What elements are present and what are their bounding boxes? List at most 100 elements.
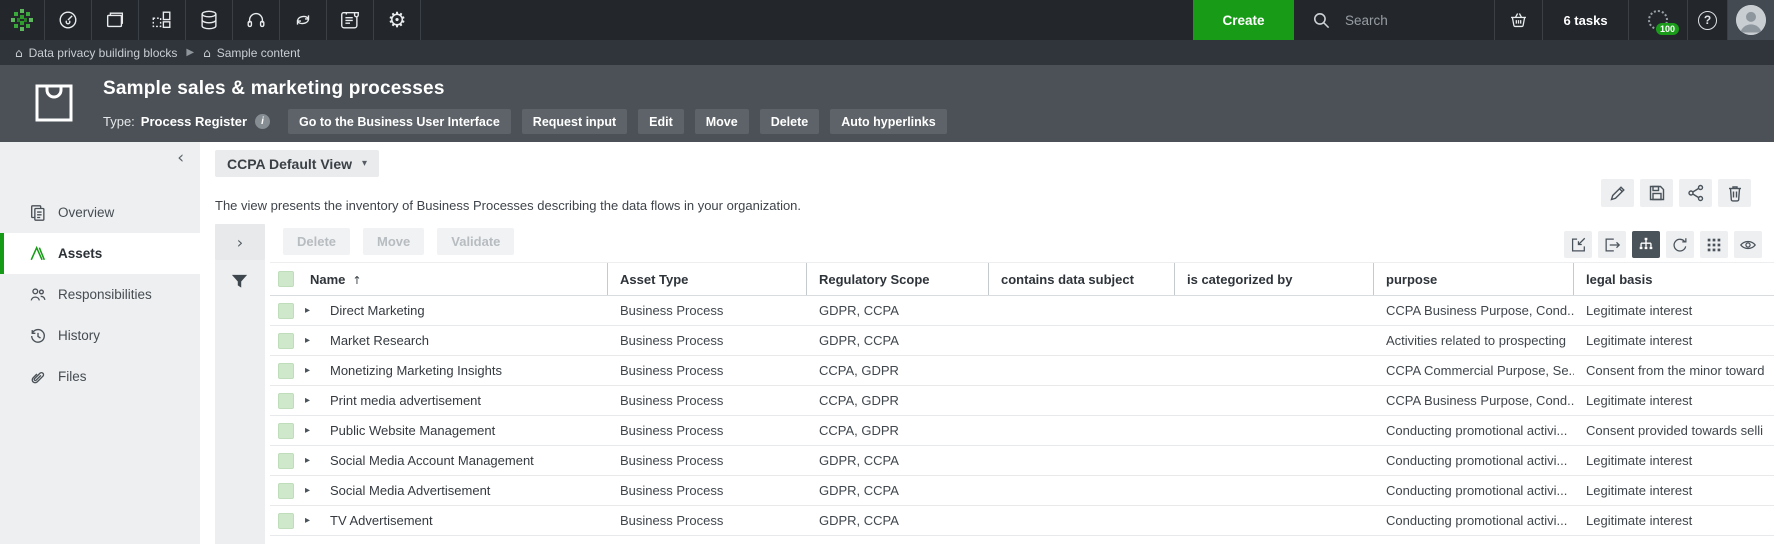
row-checkbox[interactable]	[278, 393, 294, 409]
cell-purpose: CCPA Business Purpose, Cond...	[1374, 303, 1574, 318]
tasks-button[interactable]: 6 tasks	[1542, 0, 1628, 40]
import-button[interactable]	[1564, 231, 1592, 258]
cell-asset-type: Business Process	[608, 483, 807, 498]
policies-icon[interactable]	[327, 0, 374, 40]
sidebar-item-overview[interactable]: Overview	[0, 192, 200, 233]
hierarchy-view-button[interactable]	[1632, 231, 1660, 258]
hierarchy-icon	[1637, 236, 1655, 254]
bulk-delete-button[interactable]: Delete	[283, 228, 350, 255]
dashboard-icon[interactable]	[45, 0, 92, 40]
bulk-actions: Delete Move Validate	[283, 228, 514, 255]
table-row: ▸ Market Research Business Process GDPR,…	[270, 326, 1774, 356]
delete-view-button[interactable]	[1718, 179, 1751, 207]
sidebar-item-files[interactable]: Files	[0, 356, 200, 397]
row-checkbox[interactable]	[278, 303, 294, 319]
search-box[interactable]	[1294, 0, 1494, 40]
cell-name[interactable]: Social Media Advertisement	[325, 483, 608, 498]
sidebar-collapse-icon[interactable]: ‹	[177, 148, 184, 168]
breadcrumb-item-subcommunity[interactable]: ⌂ Sample content	[203, 46, 300, 60]
cell-name[interactable]: Public Website Management	[325, 423, 608, 438]
cell-name[interactable]: Social Media Account Management	[325, 453, 608, 468]
breadcrumb-item-community[interactable]: ⌂ Data privacy building blocks	[15, 46, 177, 60]
view-selector[interactable]: CCPA Default View ▾	[215, 150, 379, 177]
cell-name[interactable]: TV Advertisement	[325, 513, 608, 528]
create-button[interactable]: Create	[1193, 0, 1294, 40]
share-view-button[interactable]	[1679, 179, 1712, 207]
type-value: Process Register	[141, 114, 247, 129]
row-expand-icon[interactable]: ▸	[305, 515, 325, 526]
columns-button[interactable]	[1700, 231, 1728, 258]
export-button[interactable]	[1598, 231, 1626, 258]
select-all-checkbox[interactable]	[278, 271, 294, 287]
settings-gear-icon[interactable]: ⚙	[374, 0, 421, 40]
row-expand-icon[interactable]: ▸	[305, 485, 325, 496]
row-expand-icon[interactable]: ▸	[305, 365, 325, 376]
sidebar-item-history[interactable]: History	[0, 315, 200, 356]
delete-button[interactable]: Delete	[760, 109, 820, 134]
row-checkbox[interactable]	[278, 453, 294, 469]
sidebar-item-responsibilities[interactable]: Responsibilities	[0, 274, 200, 315]
help-button[interactable]: ?	[1687, 0, 1727, 40]
auto-hyperlinks-button[interactable]: Auto hyperlinks	[830, 109, 946, 134]
row-expand-icon[interactable]: ▸	[305, 335, 325, 346]
expand-panel-button[interactable]: ›	[215, 224, 265, 260]
refresh-button[interactable]	[1666, 231, 1694, 258]
trash-icon	[1725, 183, 1745, 203]
row-expand-icon[interactable]: ▸	[305, 395, 325, 406]
cell-legal-basis: Legitimate interest	[1574, 333, 1774, 348]
info-icon[interactable]: i	[255, 114, 270, 129]
activities-button[interactable]: 100	[1628, 0, 1687, 40]
sidebar-item-assets[interactable]: Assets	[0, 233, 200, 274]
filter-icon[interactable]	[230, 272, 265, 291]
cell-purpose: Conducting promotional activi...	[1374, 513, 1574, 528]
column-header-name[interactable]: Name↑	[270, 263, 608, 295]
view-actions	[1601, 179, 1751, 207]
cell-name[interactable]: Print media advertisement	[325, 393, 608, 408]
row-checkbox[interactable]	[278, 513, 294, 529]
row-expand-icon[interactable]: ▸	[305, 305, 325, 316]
edit-button[interactable]: Edit	[638, 109, 684, 134]
row-checkbox[interactable]	[278, 363, 294, 379]
row-expand-icon[interactable]: ▸	[305, 425, 325, 436]
row-expand-icon[interactable]: ▸	[305, 455, 325, 466]
paperclip-icon	[28, 368, 48, 386]
collibra-logo-icon[interactable]	[0, 0, 45, 40]
column-header-contains-data-subject[interactable]: contains data subject	[989, 263, 1175, 295]
edit-view-button[interactable]	[1601, 179, 1634, 207]
data-sources-icon[interactable]	[186, 0, 233, 40]
browse-icon[interactable]	[92, 0, 139, 40]
row-checkbox[interactable]	[278, 333, 294, 349]
bulk-move-button[interactable]: Move	[363, 228, 424, 255]
lineage-icon[interactable]	[139, 0, 186, 40]
bulk-validate-button[interactable]: Validate	[437, 228, 514, 255]
business-user-interface-button[interactable]: Go to the Business User Interface	[288, 109, 511, 134]
cell-purpose: Conducting promotional activi...	[1374, 423, 1574, 438]
request-input-button[interactable]: Request input	[522, 109, 627, 134]
move-button[interactable]: Move	[695, 109, 749, 134]
column-header-asset-type[interactable]: Asset Type	[608, 263, 807, 295]
cell-asset-type: Business Process	[608, 423, 807, 438]
sidebar-item-label: History	[58, 328, 100, 343]
page-header: Sample sales & marketing processes Type:…	[0, 65, 1774, 142]
user-menu[interactable]	[1727, 0, 1774, 40]
support-icon[interactable]	[233, 0, 280, 40]
grid-icon	[1705, 236, 1723, 254]
floppy-disk-icon	[1647, 183, 1667, 203]
save-view-button[interactable]	[1640, 179, 1673, 207]
cell-name[interactable]: Market Research	[325, 333, 608, 348]
visibility-button[interactable]	[1734, 231, 1762, 258]
cell-name[interactable]: Monetizing Marketing Insights	[325, 363, 608, 378]
cell-asset-type: Business Process	[608, 333, 807, 348]
column-header-legal-basis[interactable]: legal basis	[1574, 263, 1774, 295]
cell-legal-basis: Legitimate interest	[1574, 453, 1774, 468]
column-header-regulatory-scope[interactable]: Regulatory Scope	[807, 263, 989, 295]
column-header-is-categorized-by[interactable]: is categorized by	[1175, 263, 1374, 295]
column-header-purpose[interactable]: purpose	[1374, 263, 1574, 295]
cell-legal-basis: Legitimate interest	[1574, 393, 1774, 408]
workflows-icon[interactable]	[280, 0, 327, 40]
search-input[interactable]	[1345, 13, 1465, 28]
basket-icon[interactable]	[1494, 0, 1542, 40]
row-checkbox[interactable]	[278, 423, 294, 439]
row-checkbox[interactable]	[278, 483, 294, 499]
cell-name[interactable]: Direct Marketing	[325, 303, 608, 318]
